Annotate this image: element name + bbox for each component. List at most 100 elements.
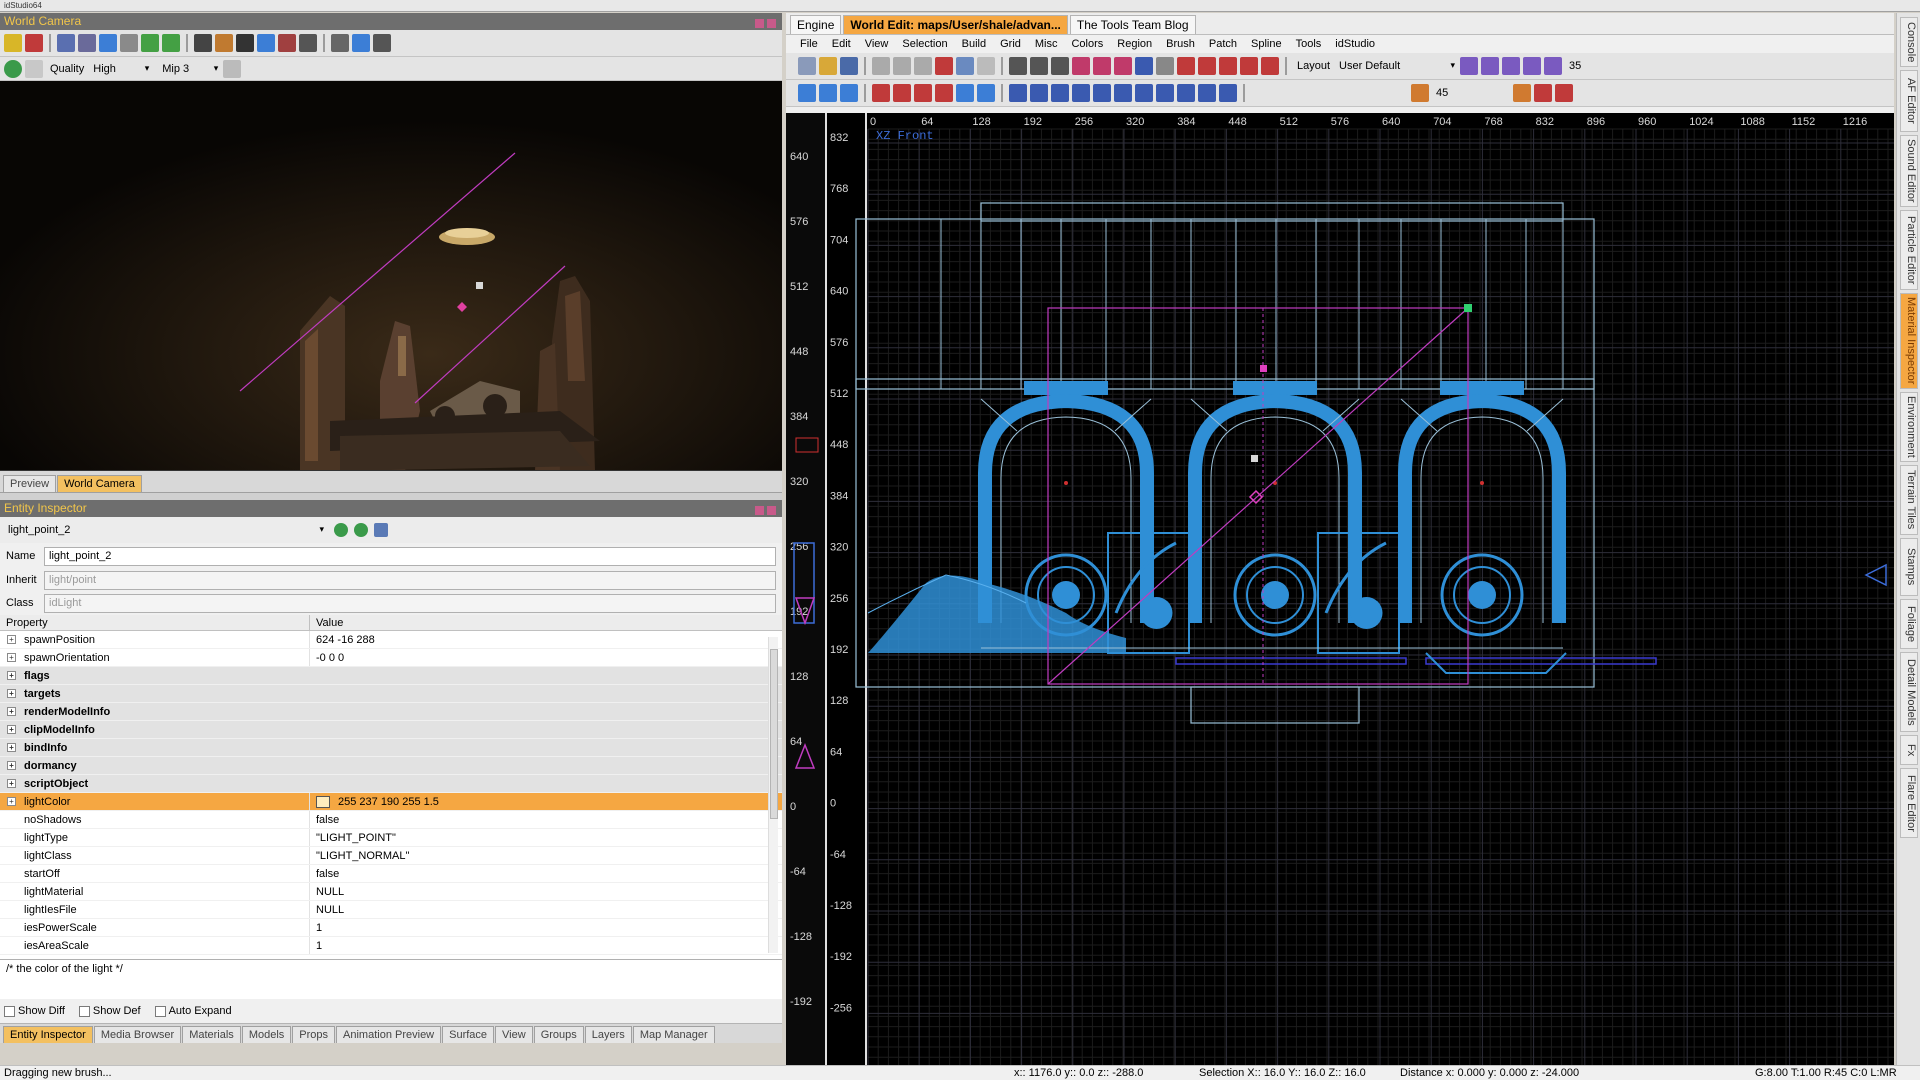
side-tab[interactable]: Terrain Tiles [1900,465,1918,535]
expand-icon[interactable]: + [7,671,16,680]
property-value[interactable] [310,721,782,738]
property-row[interactable]: + bindInfo [0,739,782,757]
subtract-icon[interactable] [1114,57,1132,75]
rotate-z-icon[interactable] [1072,84,1090,102]
expand-icon[interactable]: + [7,653,16,662]
weld-icon[interactable] [1219,84,1237,102]
property-value[interactable] [310,739,782,756]
property-value[interactable]: NULL [310,883,782,900]
drag-icon[interactable] [840,84,858,102]
angle-icon[interactable] [1411,84,1429,102]
color-swatch[interactable] [316,796,330,809]
bottom-tab[interactable]: Surface [442,1026,495,1043]
property-row[interactable]: + spawnOrientation -0 0 0 [0,649,782,667]
axis-yz-icon[interactable] [1523,57,1542,75]
scale-icon[interactable] [819,84,837,102]
side-tab[interactable]: Flare Editor [1900,768,1918,838]
rotate-x-icon[interactable] [1030,84,1048,102]
csg-icon[interactable] [1051,57,1069,75]
bottom-tab[interactable]: Entity Inspector [3,1026,93,1043]
cut-icon[interactable] [872,57,890,75]
light-icon[interactable] [215,34,233,52]
add-icon[interactable] [334,523,348,537]
copy-icon[interactable] [893,57,911,75]
property-row[interactable]: noShadows false [0,811,782,829]
bottom-tab[interactable]: Layers [584,1026,632,1043]
property-value[interactable]: -0 0 0 [310,649,782,666]
align-icon[interactable] [1009,84,1027,102]
side-tab[interactable]: Particle Editor [1900,210,1918,290]
bevel-icon[interactable] [1114,84,1132,102]
audio-icon[interactable] [278,34,296,52]
auto-expand-checkbox[interactable]: Auto Expand [154,1005,232,1017]
move-icon[interactable] [223,59,242,78]
side-tab[interactable]: Foliage [1900,599,1918,649]
axis-y-icon[interactable] [1481,57,1500,75]
menu-item[interactable]: Selection [902,38,947,50]
property-value[interactable] [310,757,782,774]
close-icon[interactable] [767,19,776,28]
side-tab[interactable]: Sound Editor [1900,135,1918,207]
snap-vertex-icon[interactable] [977,84,995,102]
property-value[interactable]: 255 237 190 255 1.5 [310,793,782,810]
bottom-tab[interactable]: Map Manager [632,1026,715,1043]
menu-item[interactable]: Tools [1296,38,1322,50]
view-mode-icon[interactable] [78,34,96,52]
new-map-icon[interactable] [798,57,816,75]
bottom-tab[interactable]: Models [241,1026,292,1043]
rotate-y-icon[interactable] [1051,84,1069,102]
property-row[interactable]: iesAreaScale 1 [0,937,782,955]
filter-icon[interactable] [1219,57,1237,75]
layout-select[interactable]: User Default [1337,60,1457,72]
render-icon[interactable] [4,34,22,52]
menu-item[interactable]: Build [962,38,986,50]
cylinder-icon[interactable] [1135,84,1153,102]
open-folder-icon[interactable] [819,57,837,75]
property-row[interactable]: startOff false [0,865,782,883]
mip-select[interactable]: Mip 3 [160,63,220,75]
property-value[interactable]: NULL [310,901,782,918]
heat-icon[interactable] [1555,84,1573,102]
property-row[interactable]: + targets [0,685,782,703]
world-icon[interactable] [299,34,317,52]
tab-engine[interactable]: Engine [790,15,842,34]
entity-select[interactable]: light_point_2 [6,524,326,536]
property-row[interactable]: + scriptObject [0,775,782,793]
brush-tool-icon[interactable] [1009,57,1027,75]
redo-icon[interactable] [977,57,995,75]
axis-zx-icon[interactable] [1544,57,1563,75]
preview-icon[interactable] [25,59,43,78]
render-mode-icon[interactable] [99,34,117,52]
property-value[interactable]: "LIGHT_NORMAL" [310,847,782,864]
property-value[interactable]: false [310,865,782,882]
axis-z-icon[interactable] [1502,57,1521,75]
property-value[interactable] [310,667,782,684]
property-row[interactable]: + flags [0,667,782,685]
copy-icon[interactable] [374,523,388,537]
remove-icon[interactable] [354,523,368,537]
paste-icon[interactable] [914,57,932,75]
property-row[interactable]: + dormancy [0,757,782,775]
property-value[interactable]: "LIGHT_POINT" [310,829,782,846]
sync-icon[interactable] [162,34,180,52]
stop-icon[interactable] [236,34,254,52]
tab-world-camera[interactable]: World Camera [57,475,142,492]
property-value[interactable] [310,703,782,720]
expand-icon[interactable]: + [7,689,16,698]
menu-item[interactable]: Edit [832,38,851,50]
property-row[interactable]: + spawnPosition 624 -16 288 [0,631,782,649]
cap-icon[interactable] [1093,84,1111,102]
side-tab[interactable]: AF Editor [1900,70,1918,132]
float-icon[interactable] [755,19,764,28]
world-camera-viewport[interactable] [0,81,782,471]
side-tab[interactable]: Stamps [1900,538,1918,596]
clipper-icon[interactable] [798,84,816,102]
expand-icon[interactable]: + [7,707,16,716]
menu-item[interactable]: File [800,38,818,50]
side-tab[interactable]: Material Inspector [1900,293,1918,389]
float-icon[interactable] [755,506,764,515]
property-scrollbar[interactable] [768,637,778,953]
property-value[interactable] [310,775,782,792]
menu-item[interactable]: View [865,38,889,50]
patch-tool-icon[interactable] [1030,57,1048,75]
